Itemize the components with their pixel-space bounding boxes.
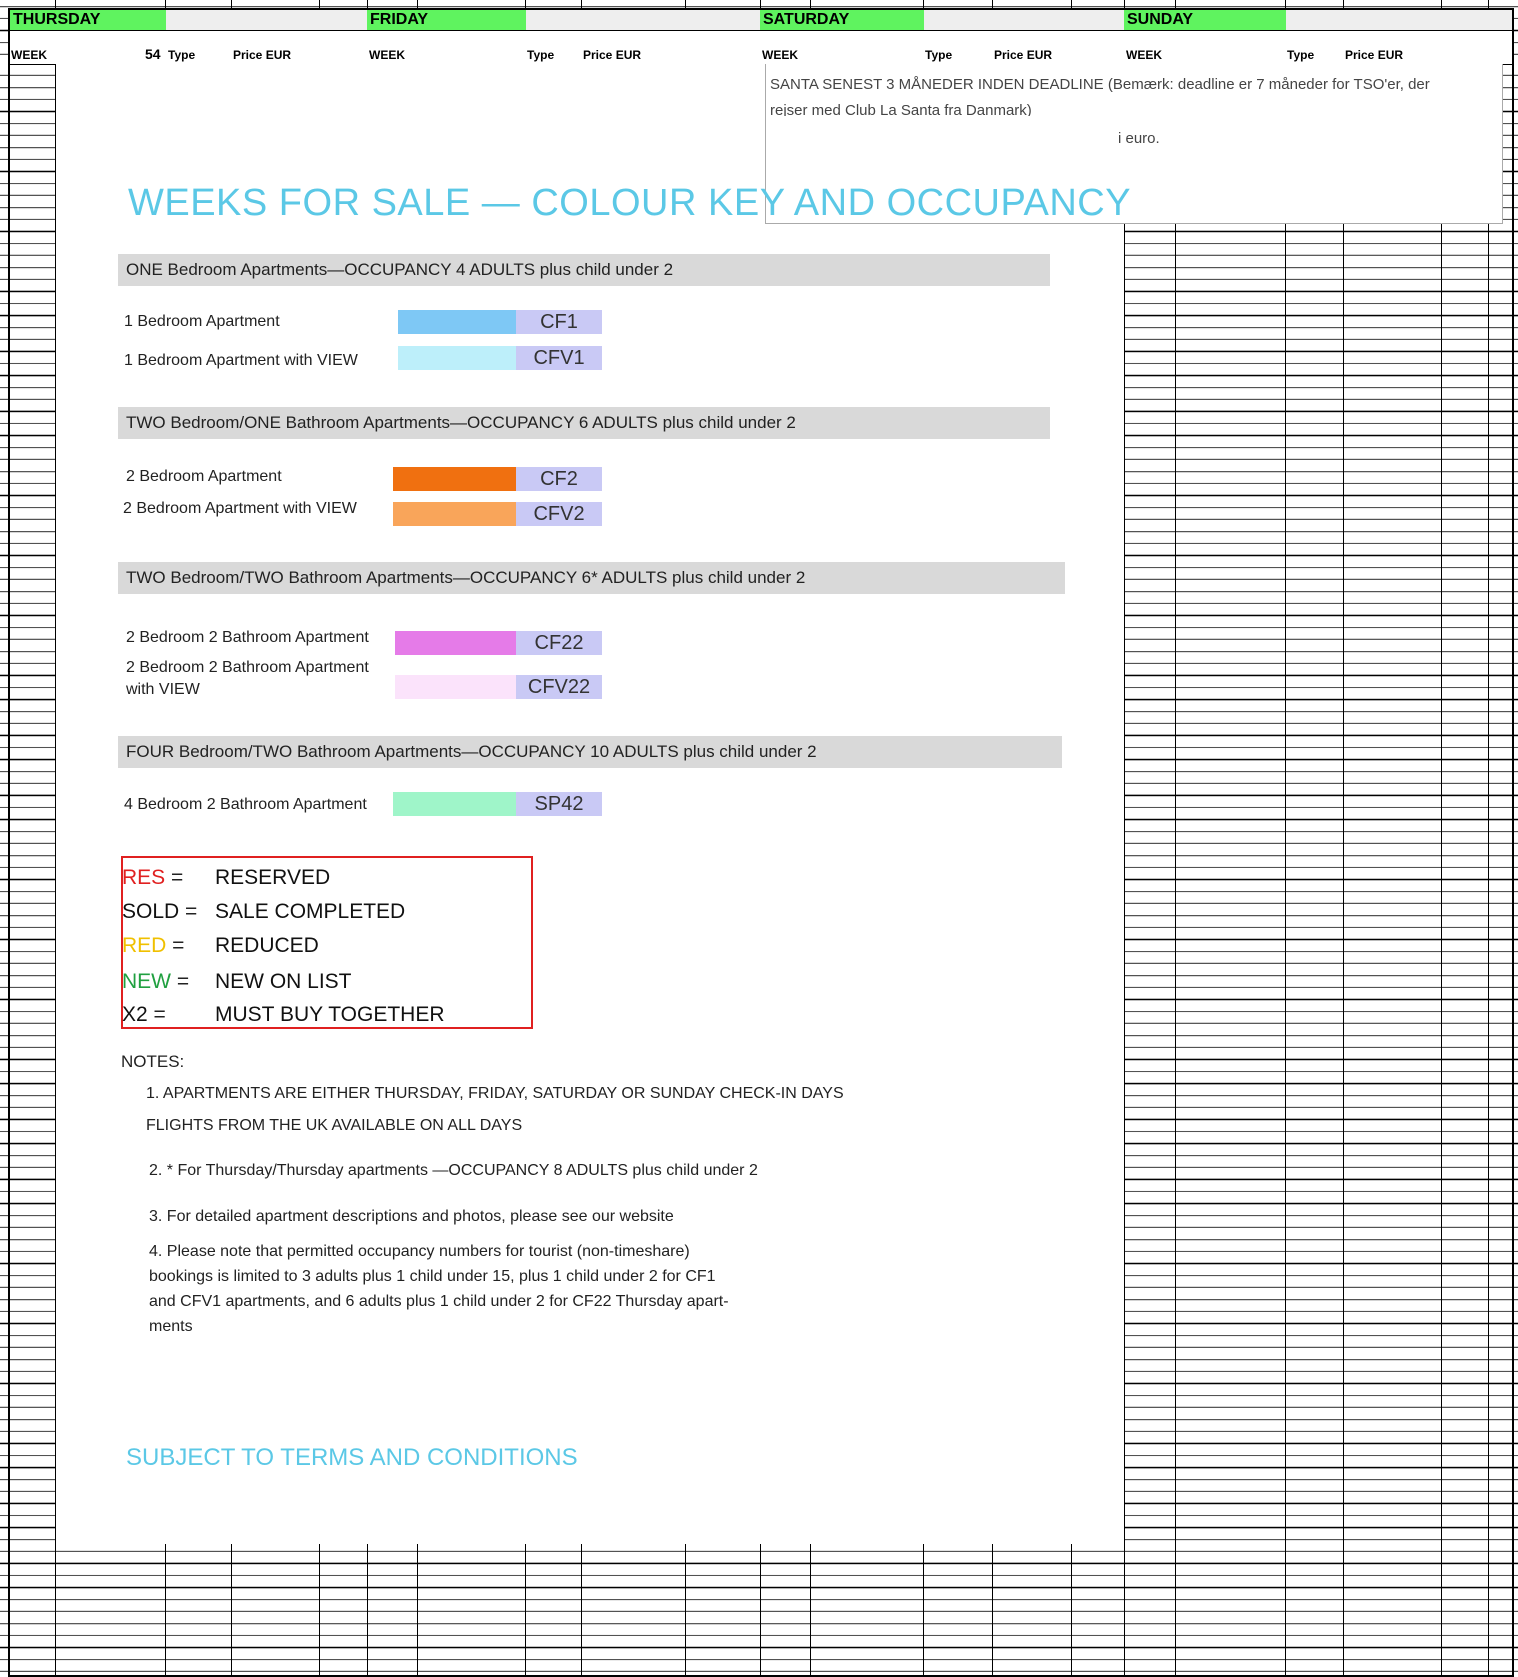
- sheet-border: [8, 8, 1514, 1677]
